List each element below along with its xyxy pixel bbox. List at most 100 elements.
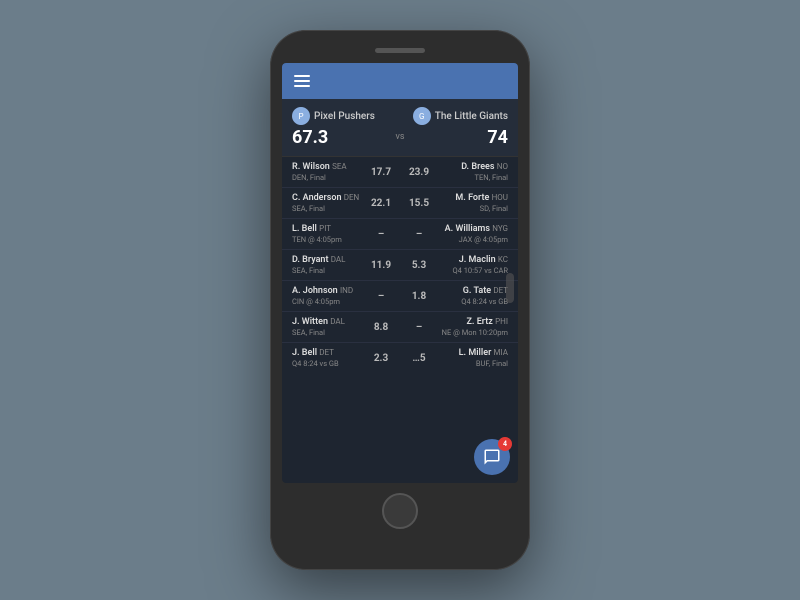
player-right-status-4: Q4 8:24 vs GB — [461, 297, 508, 306]
player-right-1: M. Forte HOU SD, Final — [433, 193, 508, 213]
player-right-score-6: …5 — [405, 353, 433, 364]
player-right-5: Z. Ertz PHI NE @ Mon 10:20pm — [433, 317, 508, 337]
player-right-name-4: G. Tate DET — [463, 286, 508, 296]
player-left-status-4: CIN @ 4:05pm — [292, 297, 367, 306]
phone-speaker — [375, 48, 425, 53]
chat-icon — [483, 448, 501, 466]
player-right-score-3: 5.3 — [405, 260, 433, 271]
player-row: J. Bell DET Q4 8:24 vs GB 2.3 …5 L. Mill… — [282, 343, 518, 373]
player-left-1: C. Anderson DEN SEA, Final — [292, 193, 367, 213]
player-row: C. Anderson DEN SEA, Final 22.1 15.5 M. … — [282, 188, 518, 219]
player-left-status-0: DEN, Final — [292, 173, 367, 182]
player-left-score-4: – — [367, 291, 395, 302]
player-left-status-5: SEA, Final — [292, 328, 367, 337]
hamburger-line-3 — [294, 85, 310, 87]
player-left-team-6: DET — [319, 348, 334, 357]
phone-home-button[interactable] — [382, 493, 418, 529]
player-right-team-0: NO — [497, 162, 508, 171]
player-left-name-4: A. Johnson IND — [292, 286, 367, 296]
player-right-0: D. Brees NO TEN, Final — [433, 162, 508, 182]
player-right-team-5: PHI — [495, 317, 508, 326]
player-right-score-1: 15.5 — [405, 198, 433, 209]
chat-badge: 4 — [498, 437, 512, 451]
team-right-name-row: G The Little Giants — [413, 107, 508, 125]
scroll-indicator — [506, 273, 514, 303]
player-left-score-2: – — [367, 229, 395, 240]
menu-icon[interactable] — [294, 75, 310, 87]
team-left-name-row: P Pixel Pushers — [292, 107, 375, 125]
player-left-name-3: D. Bryant DAL — [292, 255, 367, 265]
player-right-3: J. Maclin KC Q4 10:57 vs CAR — [433, 255, 508, 275]
player-left-team-5: DAL — [330, 317, 345, 326]
player-left-score-6: 2.3 — [367, 353, 395, 364]
player-left-3: D. Bryant DAL SEA, Final — [292, 255, 367, 275]
team-right: G The Little Giants 74 — [413, 107, 509, 148]
player-row: A. Johnson IND CIN @ 4:05pm – 1.8 G. Tat… — [282, 281, 518, 312]
player-left-name-6: J. Bell DET — [292, 348, 367, 358]
player-right-status-5: NE @ Mon 10:20pm — [442, 328, 508, 337]
player-left-team-0: SEA — [332, 162, 347, 171]
player-left-score-3: 11.9 — [367, 260, 395, 271]
player-right-score-0: 23.9 — [405, 167, 433, 178]
player-left-0: R. Wilson SEA DEN, Final — [292, 162, 367, 182]
team-left-score: 67.3 — [292, 127, 328, 148]
player-right-team-6: MIA — [494, 348, 508, 357]
player-row: L. Bell PIT TEN @ 4:05pm – – A. Williams… — [282, 219, 518, 250]
player-right-status-1: SD, Final — [480, 204, 508, 213]
player-left-team-1: DEN — [344, 193, 360, 202]
player-left-score-0: 17.7 — [367, 167, 395, 178]
player-right-name-0: D. Brees NO — [461, 162, 508, 172]
player-left-status-1: SEA, Final — [292, 204, 367, 213]
player-left-name-0: R. Wilson SEA — [292, 162, 367, 172]
player-right-team-2: NYG — [492, 224, 508, 233]
player-right-status-0: TEN, Final — [475, 173, 508, 182]
player-left-status-3: SEA, Final — [292, 266, 367, 275]
player-right-team-1: HOU — [492, 193, 508, 202]
player-left-score-5: 8.8 — [367, 322, 395, 333]
player-right-name-2: A. Williams NYG — [445, 224, 508, 234]
player-right-status-6: BUF, Final — [476, 359, 508, 368]
player-right-team-3: KC — [498, 255, 508, 264]
player-left-status-6: Q4 8:24 vs GB — [292, 359, 367, 368]
vs-label: vs — [396, 132, 405, 148]
player-right-name-1: M. Forte HOU — [455, 193, 508, 203]
player-row: D. Bryant DAL SEA, Final 11.9 5.3 J. Mac… — [282, 250, 518, 281]
player-left-score-1: 22.1 — [367, 198, 395, 209]
player-right-score-5: – — [405, 322, 433, 333]
hamburger-line-2 — [294, 80, 310, 82]
players-list: R. Wilson SEA DEN, Final 17.7 23.9 D. Br… — [282, 157, 518, 483]
player-row: J. Witten DAL SEA, Final 8.8 – Z. Ertz P… — [282, 312, 518, 343]
player-right-status-2: JAX @ 4:05pm — [459, 235, 508, 244]
player-right-name-6: L. Miller MIA — [459, 348, 508, 358]
player-left-name-2: L. Bell PIT — [292, 224, 367, 234]
player-right-score-4: 1.8 — [405, 291, 433, 302]
player-left-team-2: PIT — [319, 224, 331, 233]
top-bar — [282, 63, 518, 99]
player-left-4: A. Johnson IND CIN @ 4:05pm — [292, 286, 367, 306]
team-right-avatar: G — [413, 107, 431, 125]
player-right-name-5: Z. Ertz PHI — [466, 317, 508, 327]
team-left-name: Pixel Pushers — [314, 111, 375, 122]
team-left: P Pixel Pushers 67.3 — [292, 107, 388, 148]
phone-shell: P Pixel Pushers 67.3 vs G The Little Gia… — [270, 30, 530, 570]
player-left-6: J. Bell DET Q4 8:24 vs GB — [292, 348, 367, 368]
chat-fab[interactable]: 4 — [474, 439, 510, 475]
team-right-score: 74 — [487, 127, 508, 148]
team-right-name: The Little Giants — [435, 111, 508, 122]
player-row: R. Wilson SEA DEN, Final 17.7 23.9 D. Br… — [282, 157, 518, 188]
player-left-status-2: TEN @ 4:05pm — [292, 235, 367, 244]
team-left-avatar: P — [292, 107, 310, 125]
player-right-status-3: Q4 10:57 vs CAR — [452, 266, 508, 275]
player-right-name-3: J. Maclin KC — [459, 255, 508, 265]
phone-screen: P Pixel Pushers 67.3 vs G The Little Gia… — [282, 63, 518, 483]
player-left-name-1: C. Anderson DEN — [292, 193, 367, 203]
player-left-2: L. Bell PIT TEN @ 4:05pm — [292, 224, 367, 244]
player-left-5: J. Witten DAL SEA, Final — [292, 317, 367, 337]
player-left-team-4: IND — [340, 286, 353, 295]
player-right-4: G. Tate DET Q4 8:24 vs GB — [433, 286, 508, 306]
hamburger-line-1 — [294, 75, 310, 77]
matchup-header: P Pixel Pushers 67.3 vs G The Little Gia… — [282, 99, 518, 157]
player-left-team-3: DAL — [331, 255, 346, 264]
player-right-score-2: – — [405, 229, 433, 240]
player-right-2: A. Williams NYG JAX @ 4:05pm — [433, 224, 508, 244]
